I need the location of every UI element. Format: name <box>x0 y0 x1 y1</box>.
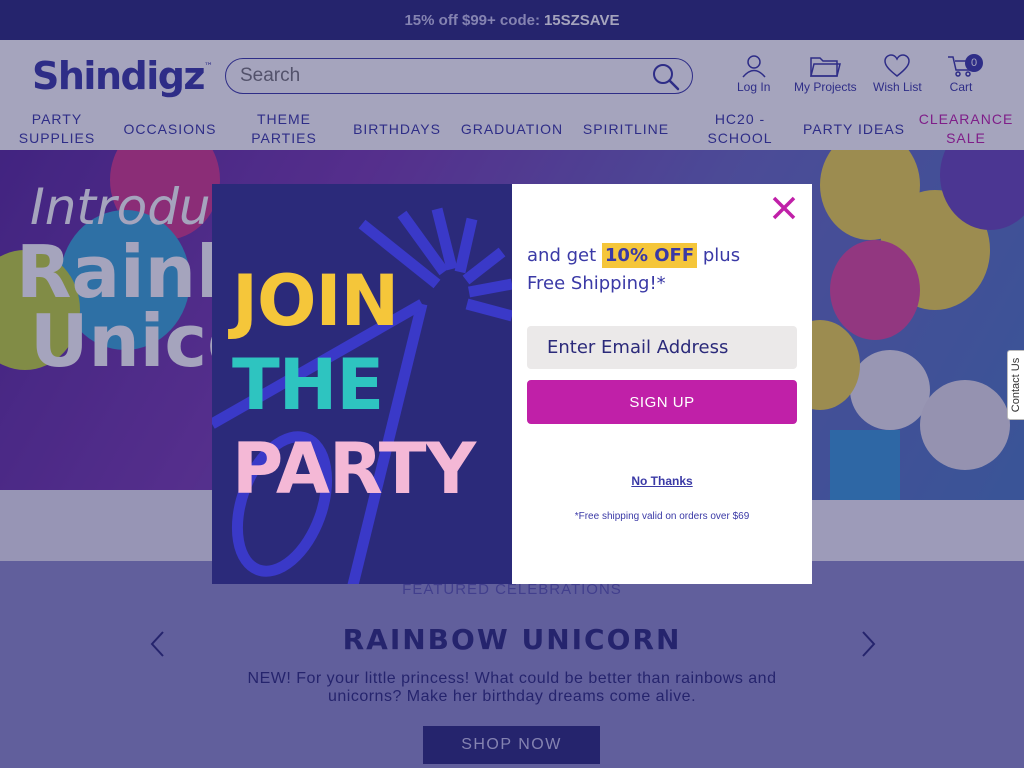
join-word: JOIN <box>232 260 399 342</box>
modal-form: and get 10% OFF plus Free Shipping!* SIG… <box>512 184 812 584</box>
no-thanks-link[interactable]: No Thanks <box>512 474 812 488</box>
email-field[interactable] <box>527 326 797 369</box>
contact-us-tab[interactable]: Contact Us <box>1007 350 1024 420</box>
the-word: THE <box>232 344 384 426</box>
discount-highlight: 10% OFF <box>601 243 698 268</box>
contact-us-label: Contact Us <box>1010 357 1022 413</box>
close-icon[interactable] <box>770 194 798 222</box>
offer-text: and get 10% OFF plus Free Shipping!* <box>527 243 741 294</box>
modal-artwork: JOIN THE PARTY <box>212 184 512 584</box>
shipping-disclaimer: *Free shipping valid on orders over $69 <box>574 511 750 522</box>
signup-modal: JOIN THE PARTY and get 10% OFF plus Free… <box>212 184 812 584</box>
party-word: PARTY <box>232 428 476 510</box>
sign-up-button[interactable]: SIGN UP <box>527 380 797 424</box>
